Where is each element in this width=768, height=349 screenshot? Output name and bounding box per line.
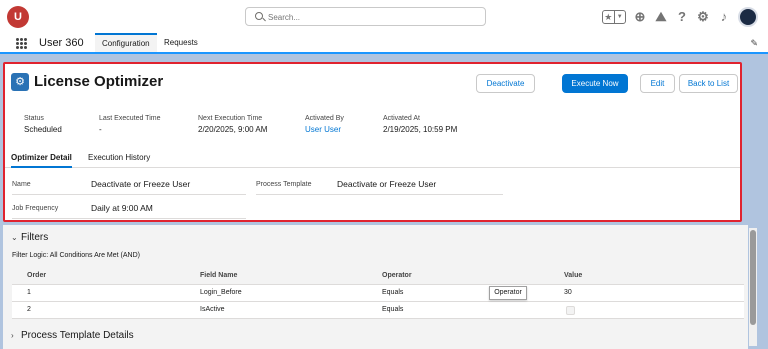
tab-execution-history[interactable]: Execution History xyxy=(88,148,150,168)
optimizer-icon: ⚙ xyxy=(11,73,29,91)
operator-tooltip: Operator xyxy=(489,286,527,300)
column-header-value[interactable]: Value xyxy=(564,268,582,284)
filters-table: Order Field Name Operator Value 1 Login_… xyxy=(12,268,744,319)
deactivate-button[interactable]: Deactivate xyxy=(476,74,535,93)
app-name: User 360 xyxy=(39,37,84,49)
highlight-next-execution: Next Execution Time 2/20/2025, 9:00 AM xyxy=(198,115,268,134)
filter-logic-text: Filter Logic: All Conditions Are Met (AN… xyxy=(12,252,140,259)
global-header: U ★ ▼ ⊕ ⛰ ? ⚙ ♪ xyxy=(0,0,768,33)
global-search[interactable] xyxy=(245,7,486,26)
highlight-activated-at: Activated At 2/19/2025, 10:59 PM xyxy=(383,115,458,134)
record-card: ⚙ License Optimizer Deactivate Execute N… xyxy=(3,62,742,222)
add-icon[interactable]: ⊕ xyxy=(633,10,647,24)
trailhead-icon[interactable]: ⛰ xyxy=(654,10,668,24)
search-input[interactable] xyxy=(268,11,468,23)
highlight-last-executed: Last Executed Time - xyxy=(99,115,161,134)
activated-by-link[interactable]: User User xyxy=(305,124,344,136)
scrollbar-thumb[interactable] xyxy=(750,230,756,325)
avatar[interactable] xyxy=(738,7,758,27)
field-process-template: Process Template Deactivate or Freeze Us… xyxy=(256,178,503,195)
favorites-star-icon: ★ xyxy=(604,12,613,22)
app-launcher-icon[interactable] xyxy=(16,38,27,49)
value-checkbox xyxy=(566,306,575,315)
settings-gear-icon[interactable]: ⚙ xyxy=(696,10,710,24)
scrollbar[interactable] xyxy=(749,228,757,346)
filters-section-header[interactable]: ⌄ Filters xyxy=(11,231,48,244)
chevron-down-icon[interactable]: ▼ xyxy=(613,11,626,23)
edit-button[interactable]: Edit xyxy=(640,74,675,93)
highlight-status: Status Scheduled xyxy=(24,115,62,134)
column-header-field-name[interactable]: Field Name xyxy=(200,268,237,284)
table-header-row: Order Field Name Operator Value xyxy=(12,268,744,285)
bell-icon[interactable]: ♪ xyxy=(717,10,731,24)
chevron-right-icon: › xyxy=(11,331,14,340)
page-title: License Optimizer xyxy=(34,73,164,90)
field-job-frequency: Job Frequency Daily at 9:00 AM xyxy=(12,202,246,219)
field-name: Name Deactivate or Freeze User xyxy=(12,178,246,195)
search-icon xyxy=(255,12,263,20)
favorites-button[interactable]: ★ ▼ xyxy=(602,10,626,24)
back-to-list-button[interactable]: Back to List xyxy=(679,74,738,93)
edit-nav-icon[interactable]: ✎ xyxy=(750,38,758,49)
process-template-section-header[interactable]: › Process Template Details xyxy=(11,329,134,342)
header-actions: ★ ▼ ⊕ ⛰ ? ⚙ ♪ xyxy=(602,6,758,28)
chevron-down-icon: ⌄ xyxy=(11,233,18,242)
highlight-activated-by: Activated By User User xyxy=(305,115,344,136)
app-nav-bar: User 360 Configuration Requests ✎ xyxy=(0,33,768,54)
tab-optimizer-detail[interactable]: Optimizer Detail xyxy=(11,148,72,168)
nav-tab-configuration[interactable]: Configuration xyxy=(95,33,157,52)
column-header-operator[interactable]: Operator xyxy=(382,268,412,284)
nav-tab-requests[interactable]: Requests xyxy=(157,33,205,52)
execute-now-button[interactable]: Execute Now xyxy=(562,74,628,93)
help-icon[interactable]: ? xyxy=(675,10,689,24)
table-row: 2 IsActive Equals xyxy=(12,302,744,319)
column-header-order[interactable]: Order xyxy=(27,268,46,284)
record-tabs: Optimizer Detail Execution History xyxy=(5,148,740,168)
table-row: 1 Login_Before Equals 30 xyxy=(12,285,744,302)
app-logo[interactable]: U xyxy=(7,6,29,28)
